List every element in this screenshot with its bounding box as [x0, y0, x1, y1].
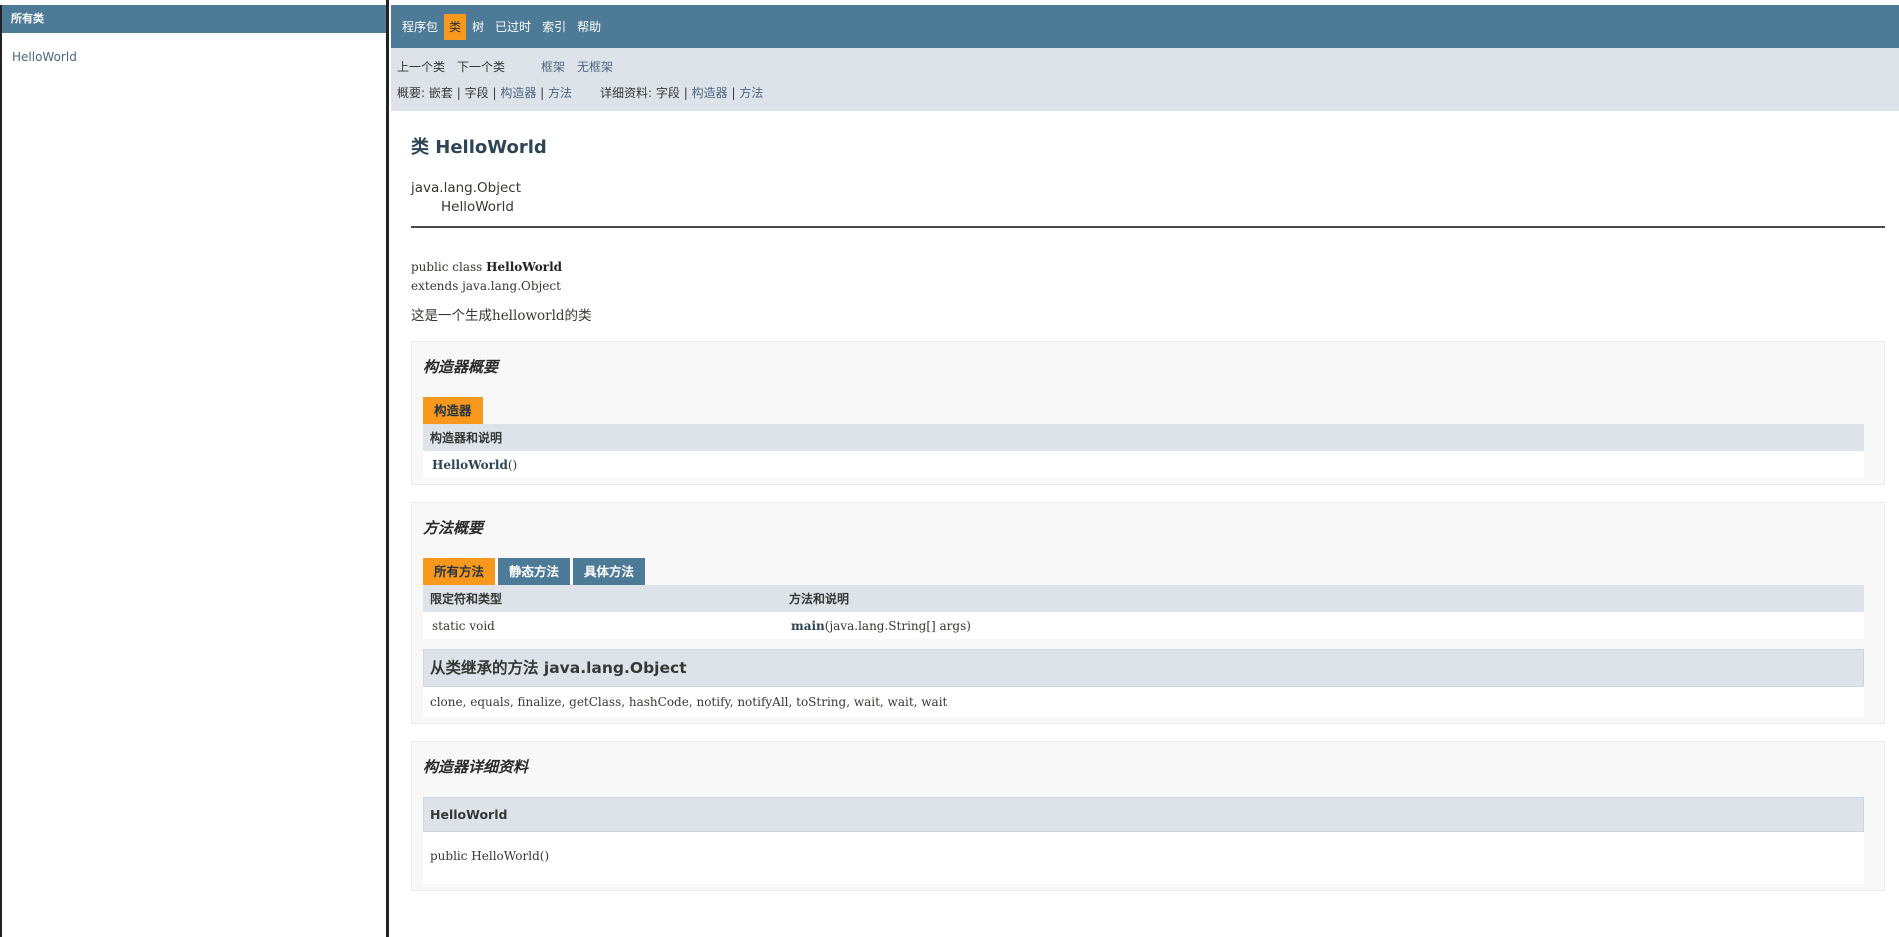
class-link-helloworld[interactable]: HelloWorld: [12, 50, 77, 64]
constructor-params: (): [507, 457, 518, 472]
summary-method-link[interactable]: 方法: [548, 80, 572, 106]
class-signature: public class HelloWorld extends java.lan…: [411, 258, 1885, 296]
constructor-summary-table: 构造器和说明 HelloWorld(): [423, 424, 1864, 478]
all-classes-frame: 所有类 HelloWorld: [0, 5, 388, 937]
inheritance-child: HelloWorld: [441, 199, 514, 215]
method-summary-table: 限定符和类型 方法和说明 static void main(java.lang.…: [423, 585, 1864, 639]
signature-extends: extends java.lang.Object: [411, 279, 561, 293]
top-navbar: 程序包 类 树 已过时 索引 帮助: [391, 5, 1899, 48]
frame-divider[interactable]: [386, 0, 389, 937]
constructor-summary-block: 构造器概要 构造器 构造器和说明 HelloWorld(): [411, 341, 1885, 485]
inheritance-parent: java.lang.Object: [411, 180, 521, 196]
summary-constructor-link[interactable]: 构造器: [500, 80, 536, 106]
constructor-tabs: 构造器: [423, 397, 1864, 424]
method-tabs: 所有方法 静态方法 具体方法: [423, 558, 1864, 585]
method-summary-title: 方法概要: [423, 519, 484, 537]
method-modifier: static void: [423, 612, 782, 639]
inheritance-tree: java.lang.Object HelloWorld: [411, 180, 1885, 215]
detail-field: 字段: [655, 86, 680, 100]
class-doc-frame: 程序包 类 树 已过时 索引 帮助 上一个类 下一个类 框架 无框架 概要: 嵌…: [391, 5, 1899, 937]
constructor-link-helloworld[interactable]: HelloWorld: [432, 458, 508, 472]
summary-field: 字段: [464, 86, 489, 100]
divider: [411, 226, 1885, 228]
table-row: static void main(java.lang.String[] args…: [423, 612, 1864, 639]
subnav-row-1: 上一个类 下一个类 框架 无框架: [397, 54, 1893, 80]
tab-concrete-methods[interactable]: 具体方法: [573, 558, 646, 585]
inherited-methods-list: clone, equals, finalize, getClass, hashC…: [423, 687, 1864, 717]
method-summary-block: 方法概要 所有方法 静态方法 具体方法 限定符和类型 方法和说明 static …: [411, 502, 1885, 724]
constructor-detail-block: 构造器详细资料 HelloWorld public HelloWorld(): [411, 741, 1885, 891]
tab-all-methods[interactable]: 所有方法: [423, 558, 496, 585]
class-list: HelloWorld: [2, 33, 388, 78]
signature-class-name: HelloWorld: [486, 260, 563, 274]
page-title: 类 HelloWorld: [411, 137, 547, 158]
inherited-methods-title: 从类继承的方法 java.lang.Object: [423, 649, 1864, 687]
constructor-detail-name: HelloWorld: [423, 797, 1864, 832]
nav-deprecated[interactable]: 已过时: [490, 14, 536, 40]
method-table-header-modifier: 限定符和类型: [423, 585, 782, 612]
nav-package[interactable]: 程序包: [397, 14, 443, 40]
signature-prefix: public class: [411, 260, 487, 274]
constructor-summary-title: 构造器概要: [423, 358, 499, 376]
next-class-label: 下一个类: [457, 60, 506, 74]
constructor-detail-title: 构造器详细资料: [423, 758, 529, 776]
class-content: 类 HelloWorld java.lang.Object HelloWorld…: [391, 133, 1899, 891]
all-classes-header: 所有类: [2, 5, 388, 33]
class-description: 这是一个生成helloworld的类: [411, 308, 592, 324]
detail-constructor-link[interactable]: 构造器: [692, 80, 728, 106]
nav-class: 类: [444, 13, 467, 40]
method-params: (java.lang.String[] args): [824, 618, 971, 633]
tab-static-methods[interactable]: 静态方法: [498, 558, 571, 585]
prev-class-label: 上一个类: [397, 60, 446, 74]
nav-help[interactable]: 帮助: [572, 14, 606, 40]
method-link-main[interactable]: main: [791, 619, 825, 633]
table-row: HelloWorld(): [423, 451, 1864, 478]
nav-tree[interactable]: 树: [467, 14, 489, 40]
frames-link[interactable]: 框架: [541, 54, 565, 80]
no-frames-link[interactable]: 无框架: [577, 54, 613, 80]
summary-label: 概要:: [397, 86, 426, 100]
constructor-table-header: 构造器和说明: [423, 424, 1864, 451]
summary-nested: 嵌套: [428, 86, 453, 100]
tab-constructors: 构造器: [423, 397, 483, 424]
detail-label: 详细资料:: [600, 86, 653, 100]
constructor-detail-signature: public HelloWorld(): [423, 832, 1864, 884]
nav-index[interactable]: 索引: [537, 14, 571, 40]
subnav-row-2: 概要: 嵌套 | 字段 | 构造器 | 方法 详细资料: 字段 | 构造器 | …: [397, 80, 1893, 106]
detail-method-link[interactable]: 方法: [739, 80, 763, 106]
method-table-header-method: 方法和说明: [782, 585, 1864, 612]
sub-navbar: 上一个类 下一个类 框架 无框架 概要: 嵌套 | 字段 | 构造器 | 方法 …: [391, 48, 1899, 111]
